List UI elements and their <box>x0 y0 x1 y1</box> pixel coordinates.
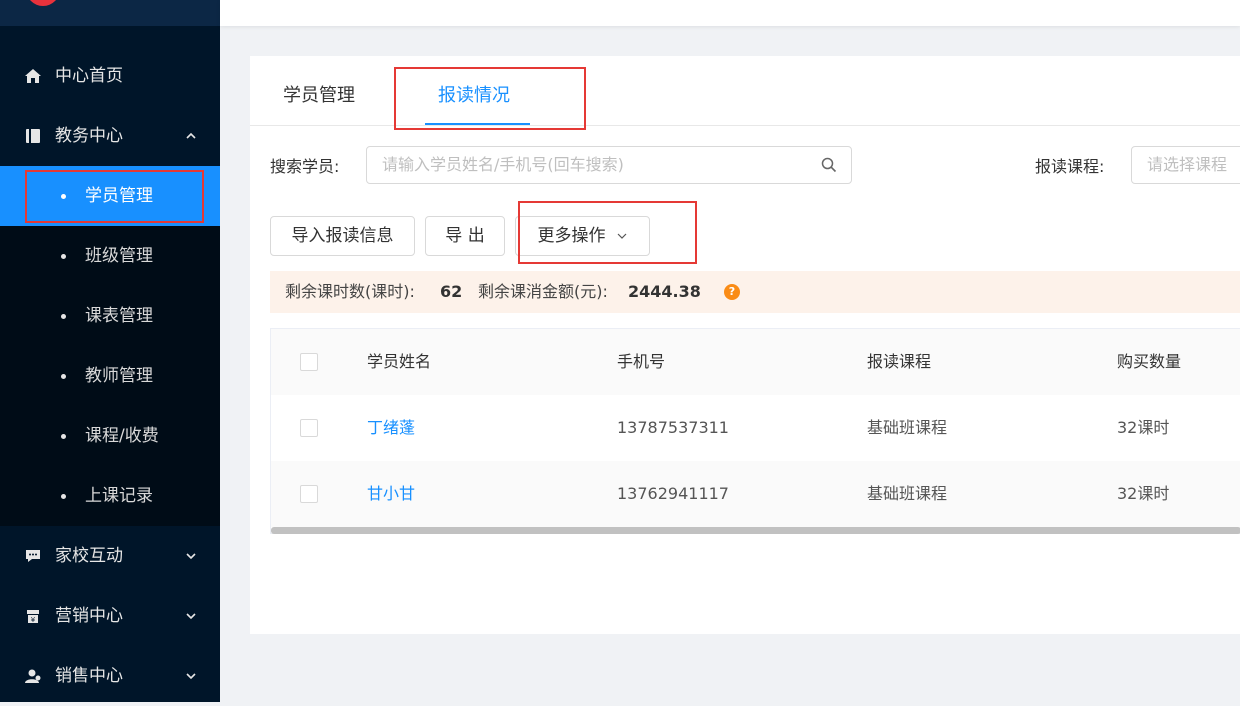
table-row: 甘小甘 13762941117 基础班课程 32课时 <box>271 461 1240 527</box>
sidebar-subitem-classes[interactable]: 班级管理 <box>0 226 220 286</box>
sidebar-item-home-school[interactable]: 家校互动 <box>0 526 220 586</box>
sidebar-item-home[interactable]: 中心首页 <box>0 46 220 106</box>
search-input[interactable] <box>367 147 817 183</box>
row-checkbox[interactable] <box>300 485 318 503</box>
logo-bar <box>0 0 220 26</box>
sidebar-item-academic[interactable]: 教务中心 <box>0 106 220 166</box>
sidebar-subitem-teachers[interactable]: 教师管理 <box>0 346 220 406</box>
table-row: 丁绪蓬 13787537311 基础班课程 32课时 <box>271 395 1240 461</box>
help-icon[interactable]: ? <box>724 284 740 300</box>
student-name-link[interactable]: 丁绪蓬 <box>367 395 415 461</box>
sidebar-subitem-label: 课表管理 <box>85 306 153 326</box>
logo <box>26 0 60 6</box>
sidebar-item-label: 教务中心 <box>55 126 123 146</box>
sidebar-subitem-records[interactable]: 上课记录 <box>0 466 220 526</box>
phone-cell: 13787537311 <box>617 418 729 437</box>
export-button[interactable]: 导 出 <box>425 216 505 256</box>
select-all-checkbox[interactable] <box>300 353 318 371</box>
column-header-quantity[interactable]: 购买数量 <box>1117 329 1181 395</box>
course-label: 报读课程: <box>1035 157 1105 176</box>
search-label: 搜索学员: <box>270 157 340 176</box>
chevron-down-icon <box>186 673 196 680</box>
tab-student-management[interactable]: 学员管理 <box>283 80 355 112</box>
row-checkbox[interactable] <box>300 419 318 437</box>
chevron-down-icon <box>617 233 626 239</box>
shop-icon: ¥ <box>27 610 39 624</box>
tab-enrollment[interactable]: 报读情况 <box>438 80 510 112</box>
remaining-amount-value: 2444.38 <box>628 282 701 301</box>
table-header-row: 学员姓名 手机号 报读课程 购买数量 <box>271 329 1240 395</box>
sidebar-item-label: 中心首页 <box>55 66 123 86</box>
sidebar-item-marketing[interactable]: ¥ 营销中心 <box>0 586 220 646</box>
course-select[interactable] <box>1131 146 1240 184</box>
phone-cell: 13762941117 <box>617 484 729 503</box>
bullet-icon <box>61 374 66 379</box>
enrollment-table: 学员姓名 手机号 报读课程 购买数量 丁绪蓬 13787537311 基础班课程… <box>270 328 1240 534</box>
user-group-icon <box>25 669 41 683</box>
column-header-name[interactable]: 学员姓名 <box>367 329 431 395</box>
course-cell: 基础班课程 <box>867 484 948 503</box>
top-header <box>220 0 1240 26</box>
sidebar-subitem-label: 教师管理 <box>85 366 153 386</box>
bullet-icon <box>61 494 66 499</box>
sidebar-item-label: 销售中心 <box>55 666 123 686</box>
bullet-icon <box>61 434 66 439</box>
remaining-amount-label: 剩余课消金额(元): <box>478 282 608 301</box>
chevron-up-icon <box>186 132 196 139</box>
more-actions-label: 更多操作 <box>537 226 606 246</box>
sidebar: 中心首页 教务中心 学员管理 班级管理 课表管理 教师管理 课程/收费 上课记录… <box>0 0 220 702</box>
student-name-link[interactable]: 甘小甘 <box>367 461 415 527</box>
search-field[interactable] <box>366 146 852 184</box>
sidebar-subitem-students[interactable]: 学员管理 <box>0 166 220 226</box>
book-icon <box>26 129 40 143</box>
column-header-phone[interactable]: 手机号 <box>617 329 665 395</box>
sidebar-subitem-label: 班级管理 <box>85 246 153 266</box>
main-card: 学员管理 报读情况 搜索学员: 报读课程: 导入报读信息 导 出 更多操作 剩余… <box>250 56 1240 634</box>
sidebar-item-label: 家校互动 <box>55 546 123 566</box>
chat-icon <box>26 550 40 562</box>
quantity-cell: 32课时 <box>1117 484 1170 503</box>
quantity-cell: 32课时 <box>1117 418 1170 437</box>
column-header-course[interactable]: 报读课程 <box>867 329 931 395</box>
sidebar-item-sales[interactable]: 销售中心 <box>0 646 220 706</box>
svg-text:¥: ¥ <box>31 616 36 624</box>
import-enrollment-button[interactable]: 导入报读信息 <box>270 216 415 256</box>
search-icon[interactable] <box>821 157 837 173</box>
sidebar-subitem-schedule[interactable]: 课表管理 <box>0 286 220 346</box>
sidebar-subitem-courses[interactable]: 课程/收费 <box>0 406 220 466</box>
bullet-icon <box>61 314 66 319</box>
course-input[interactable] <box>1132 147 1240 183</box>
bullet-icon <box>61 194 66 199</box>
tabs-divider <box>250 125 1240 126</box>
sidebar-subitem-label: 上课记录 <box>85 486 153 506</box>
chevron-down-icon <box>186 613 196 620</box>
sidebar-subitem-label: 学员管理 <box>85 186 153 206</box>
home-icon <box>25 69 41 83</box>
course-cell: 基础班课程 <box>867 418 948 437</box>
more-actions-button[interactable]: 更多操作 <box>515 216 650 256</box>
bullet-icon <box>61 254 66 259</box>
remaining-hours-label: 剩余课时数(课时): <box>285 282 415 301</box>
sidebar-item-label: 营销中心 <box>55 606 123 626</box>
chevron-down-icon <box>186 553 196 560</box>
summary-bar: 剩余课时数(课时): 62 剩余课消金额(元): 2444.38 ? <box>270 271 1240 313</box>
horizontal-scrollbar[interactable] <box>271 527 1240 534</box>
sidebar-subitem-label: 课程/收费 <box>85 426 159 446</box>
remaining-hours-value: 62 <box>440 282 463 301</box>
